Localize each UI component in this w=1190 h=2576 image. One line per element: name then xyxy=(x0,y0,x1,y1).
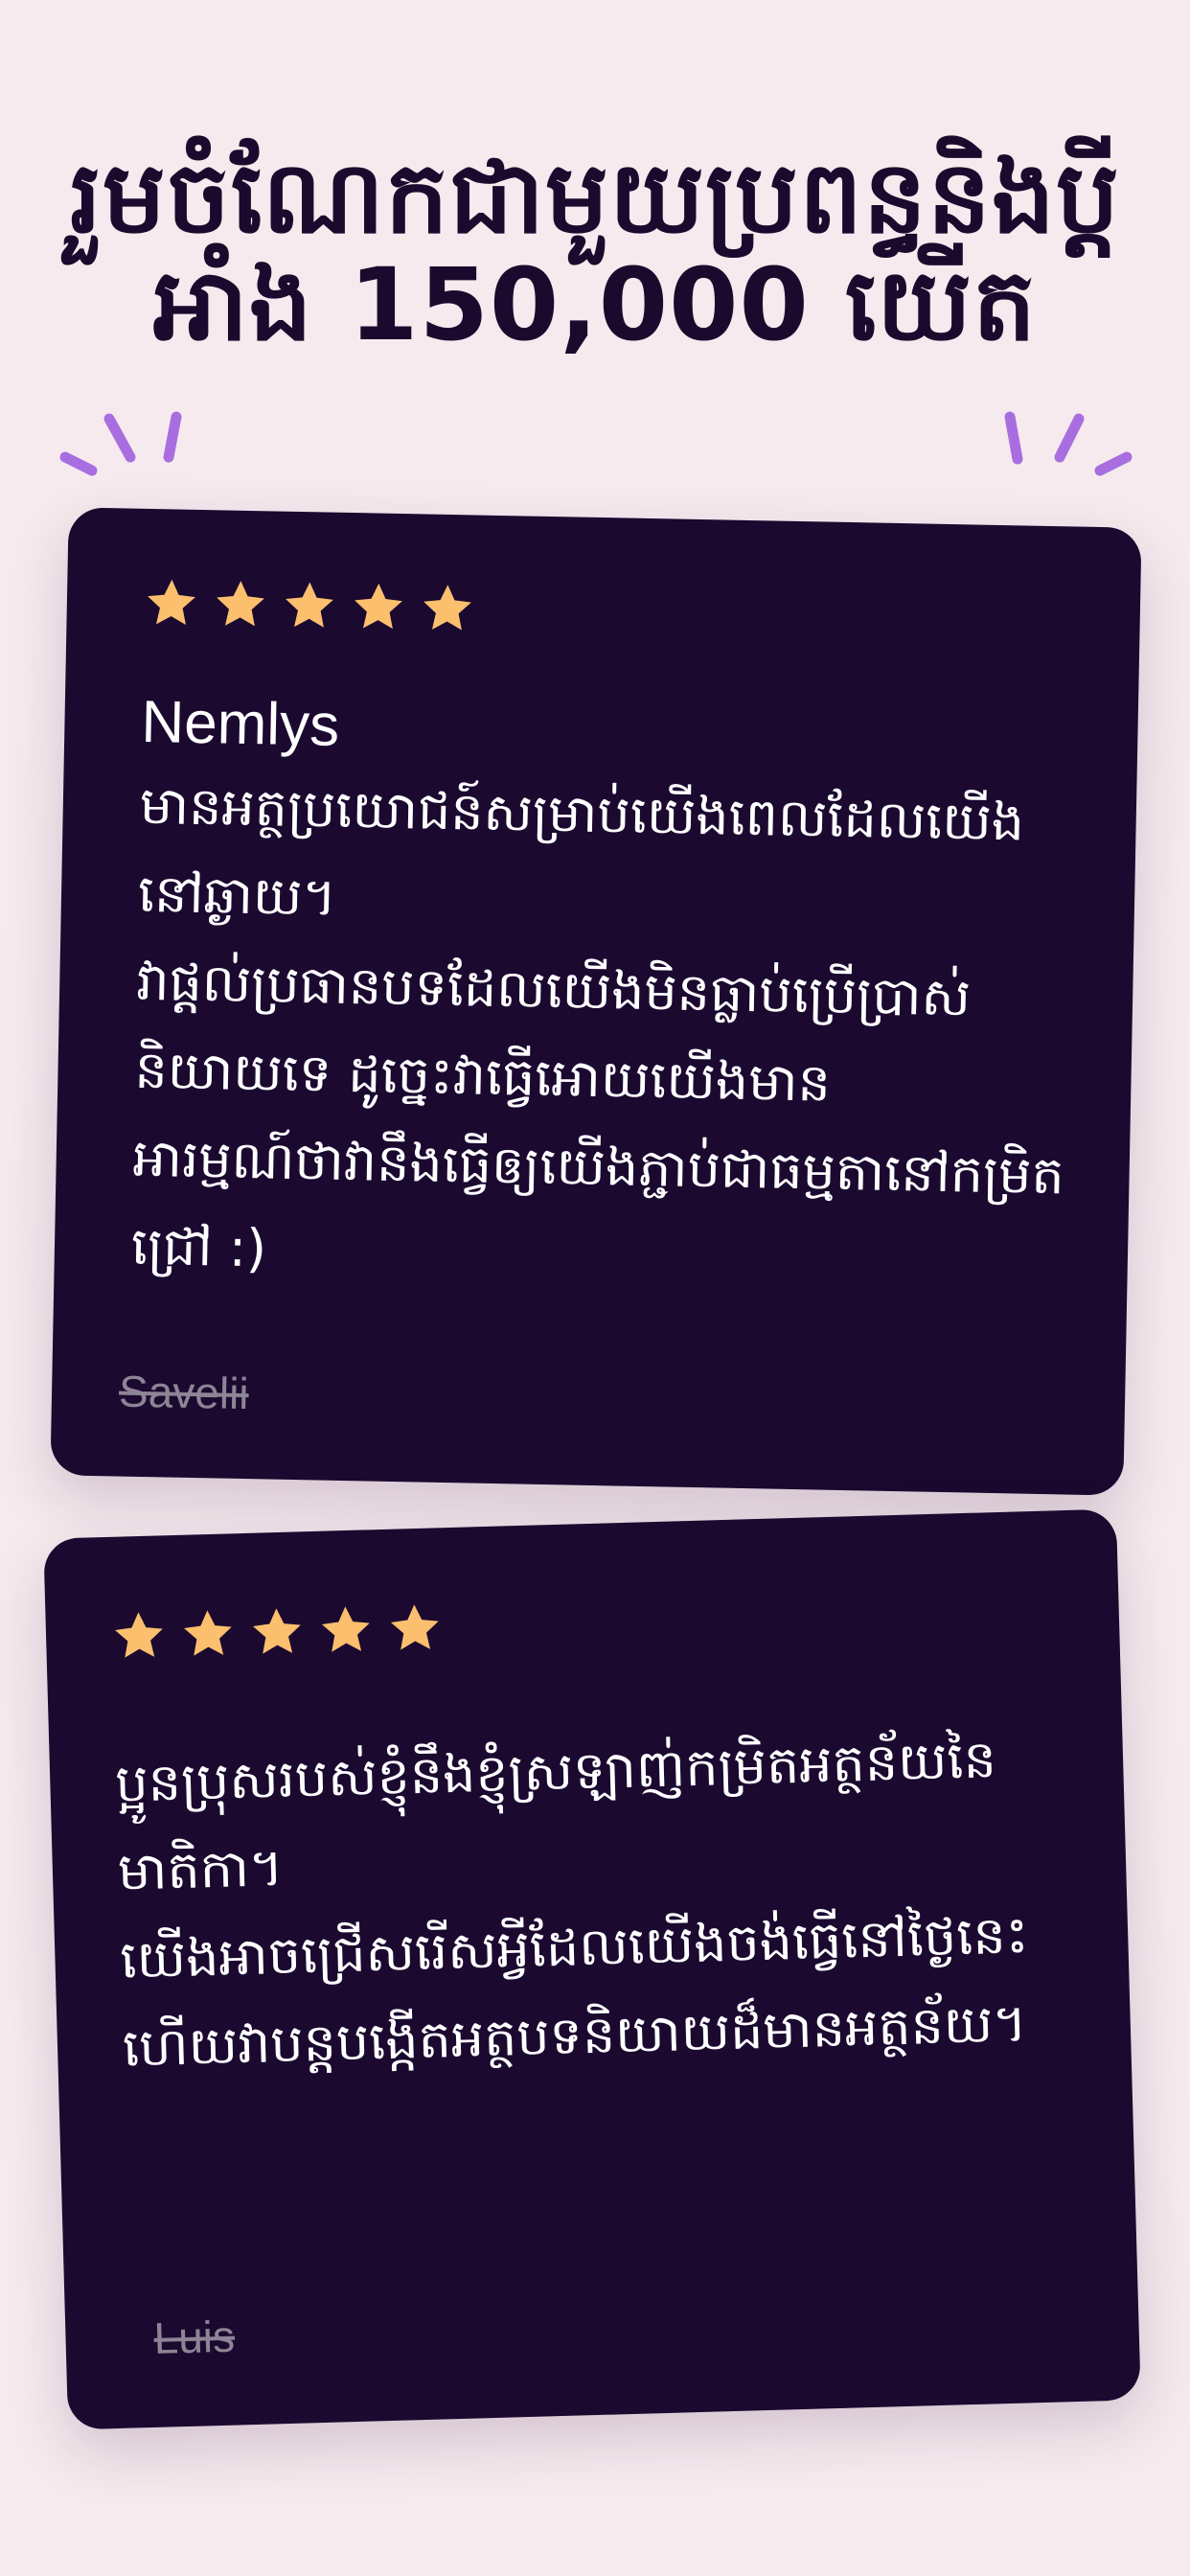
page-title: រួមចំណែកជាមួយប្រពន្ធនិងប្តីអាំង 150,000 … xyxy=(69,139,1121,363)
review-author: Luis xyxy=(152,2311,236,2363)
review-card: ប្អូនប្រុសរបស់ខ្ញុំនឹងខ្ញុំស្រឡាញ់កម្រិត… xyxy=(43,1508,1141,2430)
review-author: Savelii xyxy=(118,1366,250,1419)
review-body: ប្អូនប្រុសរបស់ខ្ញុំនឹងខ្ញុំស្រឡាញ់កម្រិត… xyxy=(114,1729,1030,2079)
star-icon xyxy=(148,579,195,625)
star-icon xyxy=(390,1604,439,1650)
star-icon xyxy=(286,582,333,628)
star-icon xyxy=(217,581,264,627)
star-rating xyxy=(110,1581,1062,1666)
sparkle-left-icon xyxy=(59,411,182,476)
sparkle-right-icon xyxy=(1004,411,1133,476)
review-title: Nemlys xyxy=(140,688,340,759)
star-icon xyxy=(355,583,402,630)
star-icon xyxy=(115,1612,163,1658)
review-body: មានអត្ថប្រយោជន៍សម្រាប់យើងពេលដែលយើងនៅឆ្ងា… xyxy=(130,774,1065,1279)
star-icon xyxy=(423,585,471,631)
star-icon xyxy=(321,1606,370,1652)
review-card: Nemlys មានអត្ថប្រយោជន៍សម្រាប់យើងពេលដែលយើ… xyxy=(50,507,1142,1496)
star-icon xyxy=(252,1608,301,1654)
star-rating xyxy=(143,574,1083,650)
star-icon xyxy=(184,1610,232,1656)
